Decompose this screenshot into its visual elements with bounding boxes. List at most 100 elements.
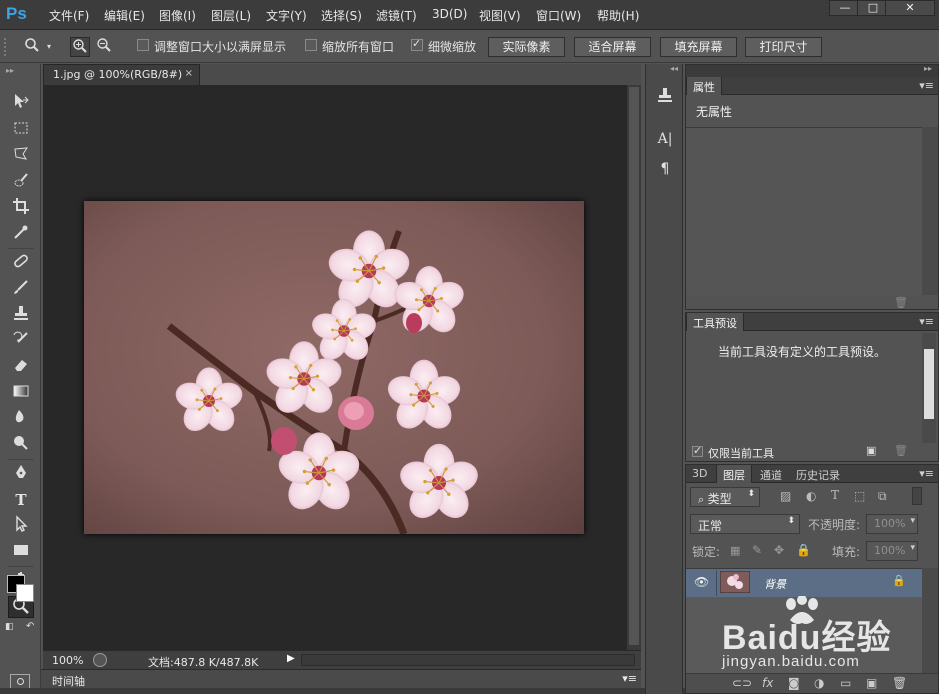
crop-tool-icon[interactable]: [8, 197, 34, 219]
menu-layer[interactable]: 图层(L): [211, 7, 251, 24]
canvas-vertical-scrollbar[interactable]: [627, 85, 641, 650]
share-status-icon[interactable]: [93, 653, 107, 667]
lock-pixels-icon[interactable]: ✎: [752, 543, 762, 557]
layer-name[interactable]: 背景: [764, 576, 786, 592]
status-menu-arrow-icon[interactable]: ▶: [287, 653, 295, 664]
tab-history[interactable]: 历史记录: [790, 465, 846, 483]
delete-preset-icon[interactable]: 🗑: [894, 444, 908, 457]
menu-type[interactable]: 文字(Y): [266, 7, 307, 24]
opacity-input[interactable]: 100% ▾: [866, 514, 918, 534]
close-window-button[interactable]: ✕: [885, 0, 935, 16]
fit-screen-button[interactable]: 适合屏幕: [574, 37, 651, 57]
character-panel-icon[interactable]: A|: [653, 128, 677, 150]
filter-adjustment-icon[interactable]: ◐: [806, 489, 816, 503]
layer-filter-select[interactable]: ⌕ 类型 ⬍: [690, 487, 760, 507]
timeline-menu-icon[interactable]: ▾≡: [622, 672, 637, 685]
options-bar-grip[interactable]: [4, 38, 8, 56]
collapse-panel-icon[interactable]: ▸▸: [924, 64, 932, 73]
quick-selection-tool-icon[interactable]: [8, 171, 34, 193]
resize-window-checkbox[interactable]: [137, 39, 149, 51]
rectangle-tool-icon[interactable]: [8, 541, 34, 563]
eraser-tool-icon[interactable]: [8, 356, 34, 378]
background-color-swatch[interactable]: [16, 584, 34, 602]
lock-position-icon[interactable]: ✥: [774, 543, 784, 557]
panel-menu-icon[interactable]: ▾≡: [919, 467, 934, 480]
layer-visibility-eye-icon[interactable]: 👁: [694, 575, 709, 589]
scrollbar-thumb[interactable]: [629, 87, 639, 645]
fill-input[interactable]: 100% ▾: [866, 541, 918, 561]
tool-preset-dropdown-icon[interactable]: ▾: [44, 37, 54, 57]
new-preset-icon[interactable]: ▣: [866, 444, 876, 457]
lasso-tool-icon[interactable]: [8, 145, 34, 167]
layer-row-background[interactable]: 👁 背景 🔒: [686, 569, 922, 597]
current-tool-only-checkbox[interactable]: [692, 444, 703, 457]
menu-edit[interactable]: 编辑(E): [104, 7, 145, 24]
horizontal-scrollbar[interactable]: [301, 654, 635, 666]
filter-toggle[interactable]: [912, 487, 922, 505]
actual-pixels-button[interactable]: 实际像素: [488, 37, 565, 57]
tab-tool-presets[interactable]: 工具预设: [686, 313, 744, 331]
close-tab-icon[interactable]: ×: [185, 68, 193, 79]
blur-tool-icon[interactable]: [8, 408, 34, 430]
print-size-button[interactable]: 打印尺寸: [745, 37, 822, 57]
tab-channels[interactable]: 通道: [754, 465, 788, 483]
tab-properties[interactable]: 属性: [686, 77, 722, 95]
properties-scrollbar[interactable]: [922, 127, 938, 295]
brush-tool-icon[interactable]: [8, 278, 34, 300]
filter-pixel-icon[interactable]: ▨: [780, 489, 791, 503]
history-brush-tool-icon[interactable]: [8, 330, 34, 352]
menu-window[interactable]: 窗口(W): [536, 7, 581, 24]
menu-file[interactable]: 文件(F): [49, 7, 89, 24]
marquee-tool-icon[interactable]: [8, 119, 34, 141]
scrubby-zoom-checkbox[interactable]: [411, 37, 423, 51]
document-canvas[interactable]: [43, 85, 627, 650]
lock-all-icon[interactable]: 🔒: [796, 543, 811, 557]
zoom-out-icon[interactable]: [94, 37, 114, 57]
delete-layer-icon[interactable]: 🗑: [892, 676, 907, 690]
panel-menu-icon[interactable]: ▾≡: [919, 315, 934, 328]
eyedropper-tool-icon[interactable]: [8, 223, 34, 245]
default-colors-icon[interactable]: ◧: [5, 622, 14, 632]
expand-dock-icon[interactable]: ◂◂: [670, 64, 678, 73]
new-layer-icon[interactable]: ▣: [866, 676, 877, 690]
pen-tool-icon[interactable]: [8, 463, 34, 485]
zoom-level[interactable]: 100%: [52, 654, 83, 667]
tab-layers[interactable]: 图层: [716, 465, 752, 483]
clone-stamp-tool-icon[interactable]: [8, 304, 34, 326]
presets-scrollbar[interactable]: [922, 333, 936, 443]
link-layers-icon[interactable]: ⊂⊃: [732, 676, 752, 690]
menu-view[interactable]: 视图(V): [479, 7, 521, 24]
lock-transparent-icon[interactable]: ▦: [730, 544, 740, 557]
menu-help[interactable]: 帮助(H): [597, 7, 639, 24]
healing-brush-tool-icon[interactable]: [8, 252, 34, 274]
new-group-icon[interactable]: ▭: [840, 676, 851, 690]
panel-menu-icon[interactable]: ▾≡: [919, 79, 934, 92]
filter-smart-object-icon[interactable]: ⧉: [878, 489, 887, 504]
fill-screen-button[interactable]: 填充屏幕: [660, 37, 737, 57]
zoom-in-icon[interactable]: [70, 37, 90, 57]
zoom-all-windows-checkbox[interactable]: [305, 39, 317, 51]
swap-colors-icon[interactable]: ↶: [26, 621, 34, 632]
blossom-photo[interactable]: [84, 201, 584, 534]
path-selection-tool-icon[interactable]: [8, 515, 34, 537]
menu-3d[interactable]: 3D(D): [432, 7, 467, 21]
document-tab[interactable]: 1.jpg @ 100%(RGB/8#) ×: [43, 64, 200, 85]
adjustment-layer-icon[interactable]: ◑: [814, 676, 824, 690]
tool-presets-dock-icon[interactable]: [653, 86, 677, 108]
menu-filter[interactable]: 滤镜(T): [376, 7, 417, 24]
timeline-tab[interactable]: 时间轴: [52, 673, 85, 689]
add-mask-icon[interactable]: ◙: [788, 676, 800, 690]
zoom-tool-icon[interactable]: [22, 37, 42, 57]
menu-select[interactable]: 选择(S): [321, 7, 362, 24]
menu-image[interactable]: 图像(I): [159, 7, 196, 24]
tab-3d[interactable]: 3D: [686, 465, 713, 483]
move-tool-icon[interactable]: [8, 92, 34, 114]
delete-icon[interactable]: 🗑: [894, 296, 908, 309]
filter-shape-icon[interactable]: ⬚: [854, 489, 865, 503]
dodge-tool-icon[interactable]: [8, 434, 34, 456]
gradient-tool-icon[interactable]: [8, 382, 34, 404]
layer-style-icon[interactable]: fx: [762, 676, 773, 690]
filter-type-icon[interactable]: T: [831, 488, 839, 502]
paragraph-panel-icon[interactable]: ¶: [653, 158, 677, 180]
blend-mode-select[interactable]: 正常 ⬍: [690, 514, 800, 534]
